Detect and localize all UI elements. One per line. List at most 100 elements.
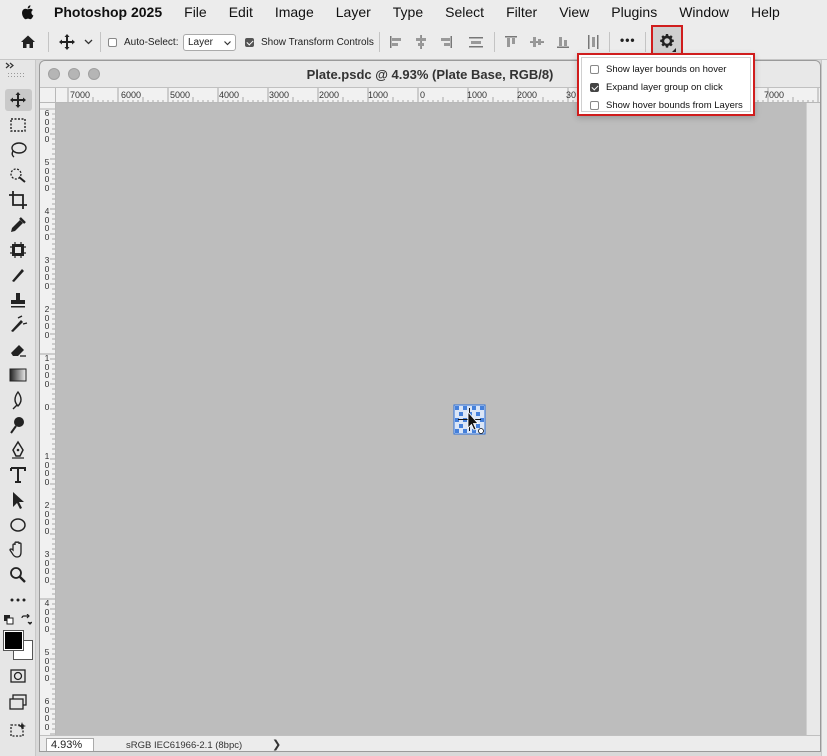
grip-icon xyxy=(8,73,24,77)
auto-select-checkbox[interactable] xyxy=(108,38,117,47)
v-ruler-label: 2000 xyxy=(44,500,50,536)
h-ruler-label: 30 xyxy=(566,90,577,100)
align-top-icon[interactable] xyxy=(503,34,519,50)
align-center-horizontal-icon[interactable] xyxy=(413,34,429,50)
popup-item-show-hover-bounds[interactable]: Show hover bounds from Layers xyxy=(590,98,743,112)
zoom-level-field[interactable]: 4.93% xyxy=(46,738,94,751)
ruler-origin[interactable] xyxy=(40,88,56,103)
separator xyxy=(494,32,495,52)
more-options-button[interactable]: ••• xyxy=(620,33,636,47)
separator xyxy=(379,32,380,52)
menu-file[interactable]: File xyxy=(184,4,207,20)
history-brush-tool-icon[interactable] xyxy=(8,315,28,335)
marquee-tool-icon[interactable] xyxy=(8,115,28,135)
show-transform-label: Show Transform Controls xyxy=(261,37,374,48)
plate-layer-selection[interactable] xyxy=(453,404,486,435)
h-ruler-label: 1000 xyxy=(467,90,488,100)
v-ruler-label: 6000 xyxy=(44,696,50,732)
v-ruler-label: 4000 xyxy=(44,598,50,634)
hand-tool-icon[interactable] xyxy=(8,540,28,560)
v-ruler-label: 0 xyxy=(44,402,50,412)
v-ruler-label: 5000 xyxy=(44,647,50,683)
ellipse-tool-icon[interactable] xyxy=(8,515,28,535)
eraser-tool-icon[interactable] xyxy=(8,340,28,360)
v-ruler-label: 2000 xyxy=(44,304,50,340)
brush-tool-icon[interactable] xyxy=(8,265,28,285)
vertical-scrollbar[interactable] xyxy=(806,103,820,735)
type-tool-icon[interactable] xyxy=(8,465,28,485)
eyedropper-tool-icon[interactable] xyxy=(8,215,28,235)
artboard-icon[interactable] xyxy=(8,720,28,740)
apple-icon[interactable] xyxy=(19,3,37,21)
corner-triangle-icon xyxy=(672,48,676,52)
vertical-ruler[interactable]: 6000 5000 4000 3000 2000 1000 0 1000 2000 3000 400… xyxy=(40,103,56,735)
menu-plugins[interactable]: Plugins xyxy=(611,4,657,20)
more-tools-icon[interactable] xyxy=(8,590,28,610)
menu-view[interactable]: View xyxy=(559,4,589,20)
popup-item-label: Expand layer group on click xyxy=(606,81,723,93)
blur-tool-icon[interactable] xyxy=(8,390,28,410)
align-bottom-icon[interactable] xyxy=(555,34,571,50)
align-left-icon[interactable] xyxy=(388,34,404,50)
collapse-panel-icon[interactable] xyxy=(5,62,15,69)
gradient-tool-icon[interactable] xyxy=(8,365,28,385)
menu-image[interactable]: Image xyxy=(275,4,314,20)
quick-selection-tool-icon[interactable] xyxy=(8,165,28,185)
screen-mode-icon[interactable] xyxy=(8,692,28,712)
chevron-down-icon xyxy=(224,41,231,46)
menu-layer[interactable]: Layer xyxy=(336,4,371,20)
v-ruler-label: 6000 xyxy=(44,108,50,144)
dodge-tool-icon[interactable] xyxy=(8,415,28,435)
default-colors-icon[interactable] xyxy=(4,615,14,625)
v-ruler-label: 4000 xyxy=(44,206,50,242)
stamp-tool-icon[interactable] xyxy=(8,290,28,310)
distribute-horizontal-icon[interactable] xyxy=(468,34,484,50)
show-layer-bounds-checkbox[interactable] xyxy=(590,64,599,74)
menu-filter[interactable]: Filter xyxy=(506,4,537,20)
healing-tool-icon[interactable] xyxy=(8,240,28,260)
menu-help[interactable]: Help xyxy=(751,4,780,20)
move-icon[interactable] xyxy=(58,33,76,51)
quick-mask-icon[interactable] xyxy=(8,666,28,686)
home-icon[interactable] xyxy=(19,33,37,51)
popup-body: Show layer bounds on hover Expand layer … xyxy=(581,57,751,112)
menu-type[interactable]: Type xyxy=(393,4,423,20)
auto-select-value: Layer xyxy=(188,37,214,48)
h-ruler-label: 5000 xyxy=(170,90,191,100)
color-profile-info: sRGB IEC61966-2.1 (8bpc) xyxy=(126,740,243,751)
v-ruler-label: 1000 xyxy=(44,451,50,487)
expand-layer-group-checkbox[interactable] xyxy=(590,82,599,92)
h-ruler-label: 7000 xyxy=(764,90,785,100)
menu-bar: Photoshop 2025 File Edit Image Layer Typ… xyxy=(0,0,827,24)
menu-edit[interactable]: Edit xyxy=(229,4,253,20)
show-hover-bounds-checkbox[interactable] xyxy=(590,100,599,110)
crop-tool-icon[interactable] xyxy=(8,190,28,210)
pen-tool-icon[interactable] xyxy=(8,440,28,460)
app-name-menu[interactable]: Photoshop 2025 xyxy=(54,4,162,20)
status-info-menu[interactable]: ❯ xyxy=(272,738,281,751)
document-window: Plate.psdc @ 4.93% (Plate Base, RGB/8) 7… xyxy=(39,60,821,752)
popup-item-show-layer-bounds[interactable]: Show layer bounds on hover xyxy=(590,62,726,76)
move-tool[interactable] xyxy=(5,89,32,111)
v-ruler-label: 5000 xyxy=(44,157,50,193)
show-transform-checkbox[interactable] xyxy=(245,38,254,47)
popup-item-expand-layer-group[interactable]: Expand layer group on click xyxy=(590,80,723,94)
lasso-tool-icon[interactable] xyxy=(8,140,28,160)
h-ruler-label: 6000 xyxy=(121,90,142,100)
menu-window[interactable]: Window xyxy=(679,4,729,20)
swap-colors-icon[interactable] xyxy=(20,614,32,626)
h-ruler-label: 3000 xyxy=(269,90,290,100)
zoom-tool-icon[interactable] xyxy=(8,565,28,585)
align-middle-vertical-icon[interactable] xyxy=(529,34,545,50)
chevron-down-icon[interactable] xyxy=(84,39,93,45)
align-right-icon[interactable] xyxy=(438,34,454,50)
foreground-color-swatch[interactable] xyxy=(3,630,24,651)
path-selection-tool-icon[interactable] xyxy=(8,490,28,510)
distribute-vertical-icon[interactable] xyxy=(585,34,601,50)
tools-panel xyxy=(0,60,36,756)
popup-item-label: Show layer bounds on hover xyxy=(606,63,727,75)
menu-select[interactable]: Select xyxy=(445,4,484,20)
move-icon xyxy=(10,92,26,108)
document-canvas[interactable] xyxy=(56,103,806,735)
auto-select-dropdown[interactable]: Layer xyxy=(183,34,236,51)
